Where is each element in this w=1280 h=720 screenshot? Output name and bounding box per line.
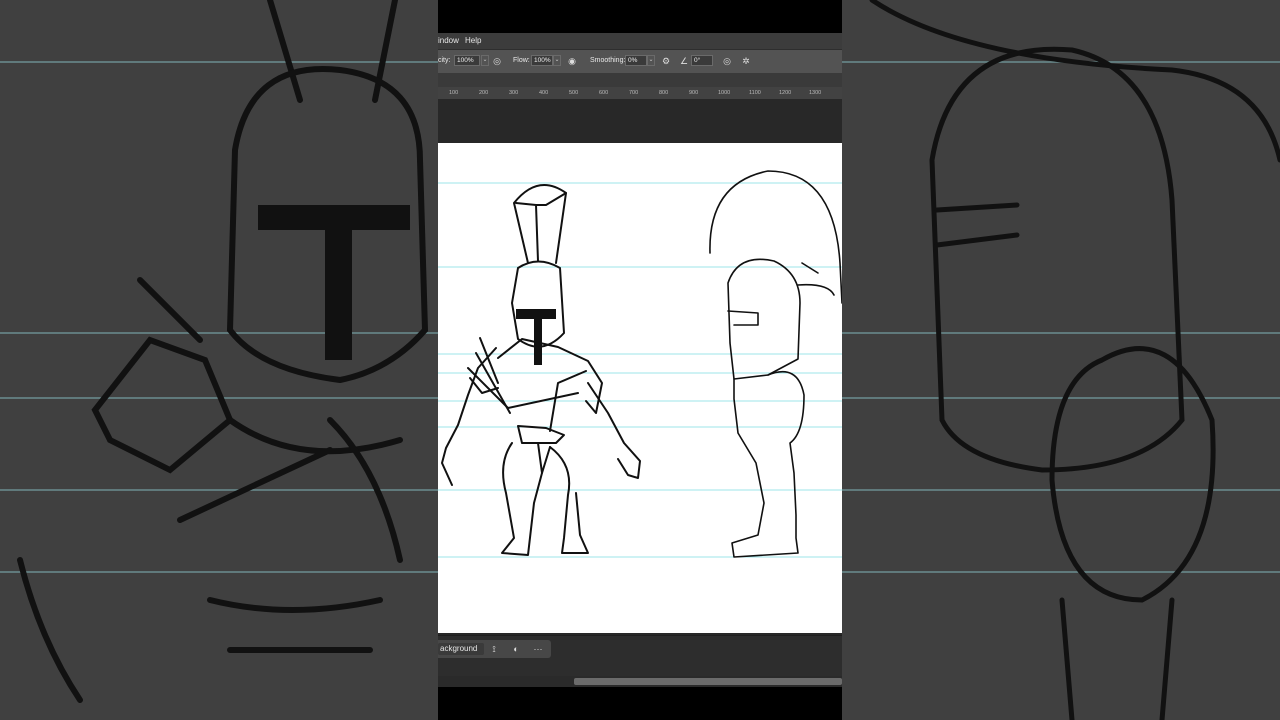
smoothing-label: Smoothing: [590, 57, 626, 64]
zoomed-sketch-right [842, 0, 1280, 720]
menu-help[interactable]: Help [465, 33, 481, 49]
airbrush-icon[interactable]: ◉ [566, 55, 578, 67]
flow-label: Flow: [513, 57, 530, 64]
document-tab-bar [438, 73, 842, 87]
knight-side-view [709, 170, 842, 558]
options-bar: city: 100% ⌄ ◎ Flow: 100% ⌄ ◉ Smoothing:… [438, 49, 842, 74]
ruler-tick: 1000 [718, 90, 731, 96]
background-zoom-left [0, 0, 438, 720]
flow-field[interactable]: 100% [531, 55, 553, 66]
letterbox-bottom [438, 687, 842, 720]
more-options-button[interactable]: ··· [532, 643, 544, 655]
ruler-tick: 1200 [779, 90, 792, 96]
smoothing-field[interactable]: 0% [625, 55, 647, 66]
horizontal-scrollbar[interactable] [438, 676, 842, 687]
knight-front-view [441, 184, 641, 556]
knight-sketch [438, 170, 842, 558]
ruler-tick: 300 [509, 90, 519, 96]
opacity-field[interactable]: 100% [454, 55, 480, 66]
ruler-tick: 1100 [749, 90, 761, 96]
ruler-tick: 100 [449, 90, 459, 96]
background-zoom-right [842, 0, 1280, 720]
layer-bar: ackground ⟟ ◐ ··· [438, 636, 842, 676]
ruler-tick: 500 [569, 90, 579, 96]
adjustment-icon[interactable]: ◐ [510, 643, 522, 655]
angle-icon: ∠ [679, 56, 689, 66]
current-layer-name[interactable]: ackground [438, 643, 484, 655]
opacity-dropdown[interactable]: ⌄ [481, 55, 489, 66]
pressure-size-icon[interactable]: ◎ [721, 55, 733, 67]
layer-controls: ackground ⟟ ◐ ··· [438, 640, 551, 658]
pressure-opacity-icon[interactable]: ◎ [491, 55, 503, 67]
ruler-tick: 900 [689, 90, 699, 96]
gear-icon[interactable]: ⚙ [660, 55, 672, 67]
opacity-label: city: [438, 57, 451, 64]
ruler-tick: 200 [479, 90, 489, 96]
ruler-tick: 600 [599, 90, 609, 96]
ruler-tick: 700 [629, 90, 639, 96]
letterbox-top [438, 0, 842, 33]
ruler-tick: 800 [659, 90, 669, 96]
guide-lines [438, 182, 842, 558]
visor-slit [516, 309, 556, 365]
flow-dropdown[interactable]: ⌄ [553, 55, 561, 66]
smoothing-dropdown[interactable]: ⌄ [647, 55, 655, 66]
menu-bar: indow Help [438, 33, 842, 49]
menu-window[interactable]: indow [438, 33, 459, 49]
transform-icon[interactable]: ⟟ [488, 643, 500, 655]
photoshop-app: indow Help city: 100% ⌄ ◎ Flow: 100% ⌄ ◉… [438, 0, 842, 720]
symmetry-icon[interactable]: ✲ [740, 55, 752, 67]
scrollbar-thumb[interactable] [574, 678, 842, 685]
ruler-tick: 1300 [809, 90, 822, 96]
ruler-tick: 400 [539, 90, 549, 96]
angle-field[interactable]: 0° [691, 55, 713, 66]
zoomed-sketch-left [0, 0, 438, 703]
drawing-canvas[interactable] [438, 143, 842, 633]
